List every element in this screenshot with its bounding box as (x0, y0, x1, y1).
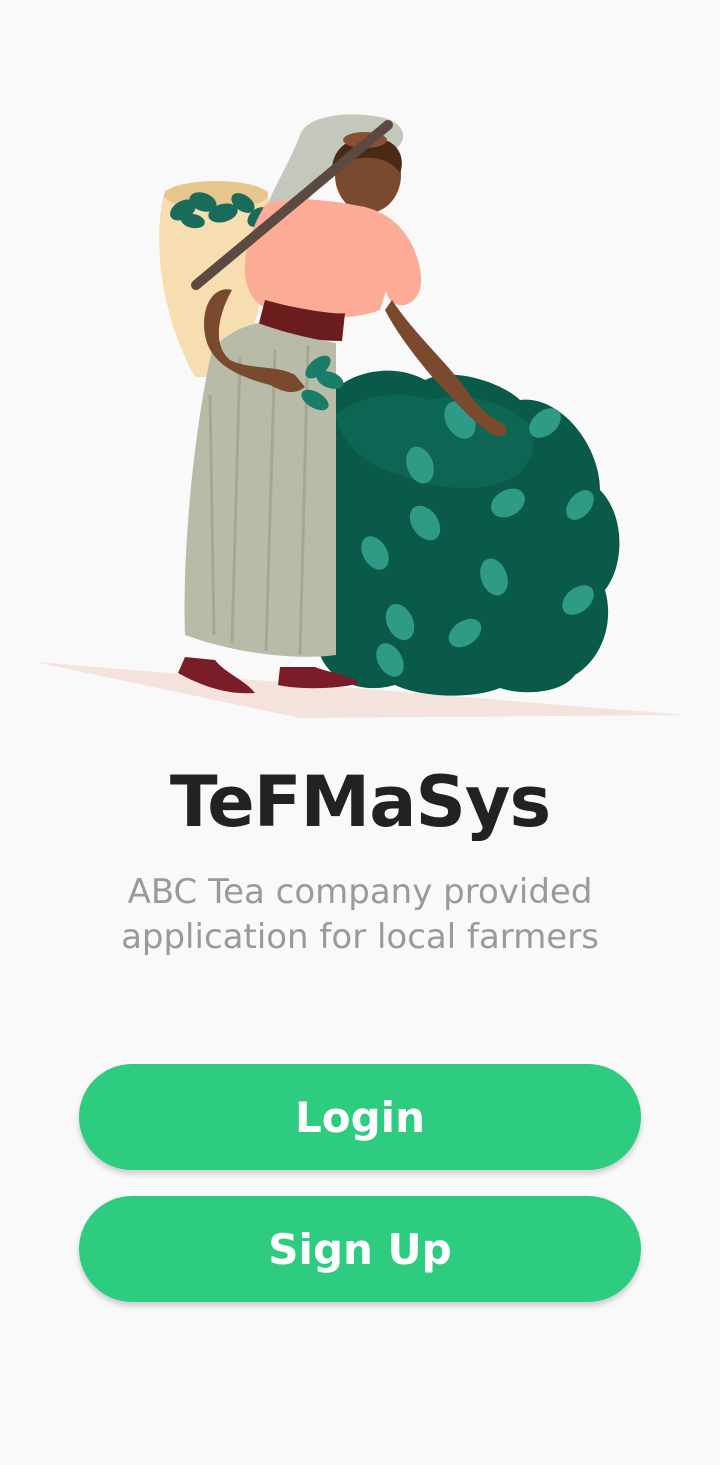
login-button-label: Login (295, 1092, 425, 1142)
signup-button-label: Sign Up (268, 1224, 452, 1274)
app-subtitle: ABC Tea company provided application for… (121, 872, 599, 957)
app-title: TeFMaSys (169, 761, 551, 843)
tea-bush (303, 370, 620, 696)
hero-illustration (0, 95, 720, 735)
signup-button[interactable]: Sign Up (79, 1196, 641, 1302)
tea-picker-illustration (35, 114, 685, 718)
login-button[interactable]: Login (79, 1064, 641, 1170)
